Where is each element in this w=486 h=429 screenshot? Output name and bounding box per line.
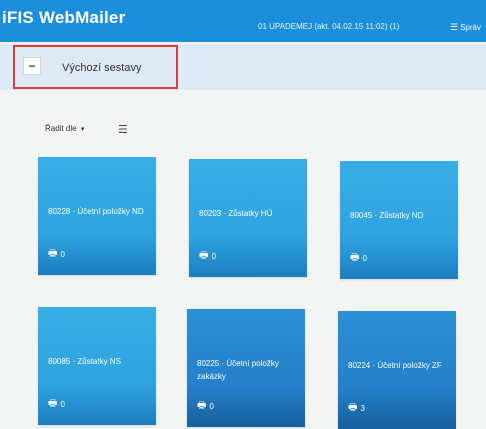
report-tile-title: 80203 · Zůstatky HÚ xyxy=(199,209,273,218)
printer-icon: 🖶 xyxy=(197,400,207,411)
report-tile-title: 80085 · Zůstatky NS xyxy=(48,357,121,366)
report-tile[interactable]: 80224 · Účetní položky ZF 🖶 3 xyxy=(338,311,456,429)
report-tile-footer: 🖶 3 xyxy=(348,400,365,417)
report-tile-title: 80045 · Zůstatky ND xyxy=(350,211,424,220)
report-tile-count: 3 xyxy=(360,404,365,413)
report-tile-footer: 🖶 0 xyxy=(48,246,65,263)
report-tile-count: 0 xyxy=(60,400,65,409)
report-tile[interactable]: 80045 · Zůstatky ND 🖶 0 xyxy=(340,161,458,279)
printer-icon: 🖶 xyxy=(48,248,58,259)
report-tile[interactable]: 80228 · Účetní položky ND 🖶 0 xyxy=(38,157,156,275)
list-view-icon[interactable]: ☰ xyxy=(118,123,128,136)
sort-label: Řadit dle xyxy=(45,124,77,133)
report-tile-footer: 🖶 0 xyxy=(48,396,65,413)
sort-dropdown[interactable]: Řadit dle ▾ xyxy=(45,124,84,133)
printer-icon: 🖶 xyxy=(48,398,58,409)
report-tile-count: 0 xyxy=(60,250,65,259)
collapse-section-button[interactable]: − xyxy=(23,57,41,75)
report-tile[interactable]: 80085 · Zůstatky NS 🖶 0 xyxy=(38,307,156,425)
top-bar: iFIS WebMailer 01 UPADEMEJ (akt. 04.02.1… xyxy=(0,0,486,42)
app-title: iFIS WebMailer xyxy=(2,8,126,27)
admin-menu-label: Správ xyxy=(460,23,481,32)
printer-icon: 🖶 xyxy=(199,250,209,261)
report-tile-count: 0 xyxy=(211,252,216,261)
report-tile-footer: 🖶 0 xyxy=(199,248,216,265)
section-title: Výchozí sestavy xyxy=(62,62,142,74)
report-tile-title: 80225 · Účetní položky zakázky xyxy=(197,359,279,381)
hamburger-icon: ☰ xyxy=(450,22,459,32)
report-tile-footer: 🖶 0 xyxy=(350,250,367,267)
printer-icon: 🖶 xyxy=(350,252,360,263)
report-tile[interactable]: 80203 · Zůstatky HÚ 🖶 0 xyxy=(189,159,307,277)
report-tile[interactable]: 80225 · Účetní položky zakázky 🖶 0 xyxy=(187,309,305,427)
report-tile-footer: 🖶 0 xyxy=(197,398,214,415)
report-tile-count: 0 xyxy=(362,254,367,263)
chevron-down-icon: ▾ xyxy=(80,126,85,133)
printer-icon: 🖶 xyxy=(348,402,358,413)
admin-menu-button[interactable]: ☰ Správ xyxy=(450,22,481,33)
report-tile-title: 80224 · Účetní položky ZF xyxy=(348,361,442,370)
report-tile-count: 0 xyxy=(209,402,214,411)
report-tile-title: 80228 · Účetní položky ND xyxy=(48,207,144,216)
session-status[interactable]: 01 UPADEMEJ (akt. 04.02.15 11:02) (1) xyxy=(258,22,400,31)
